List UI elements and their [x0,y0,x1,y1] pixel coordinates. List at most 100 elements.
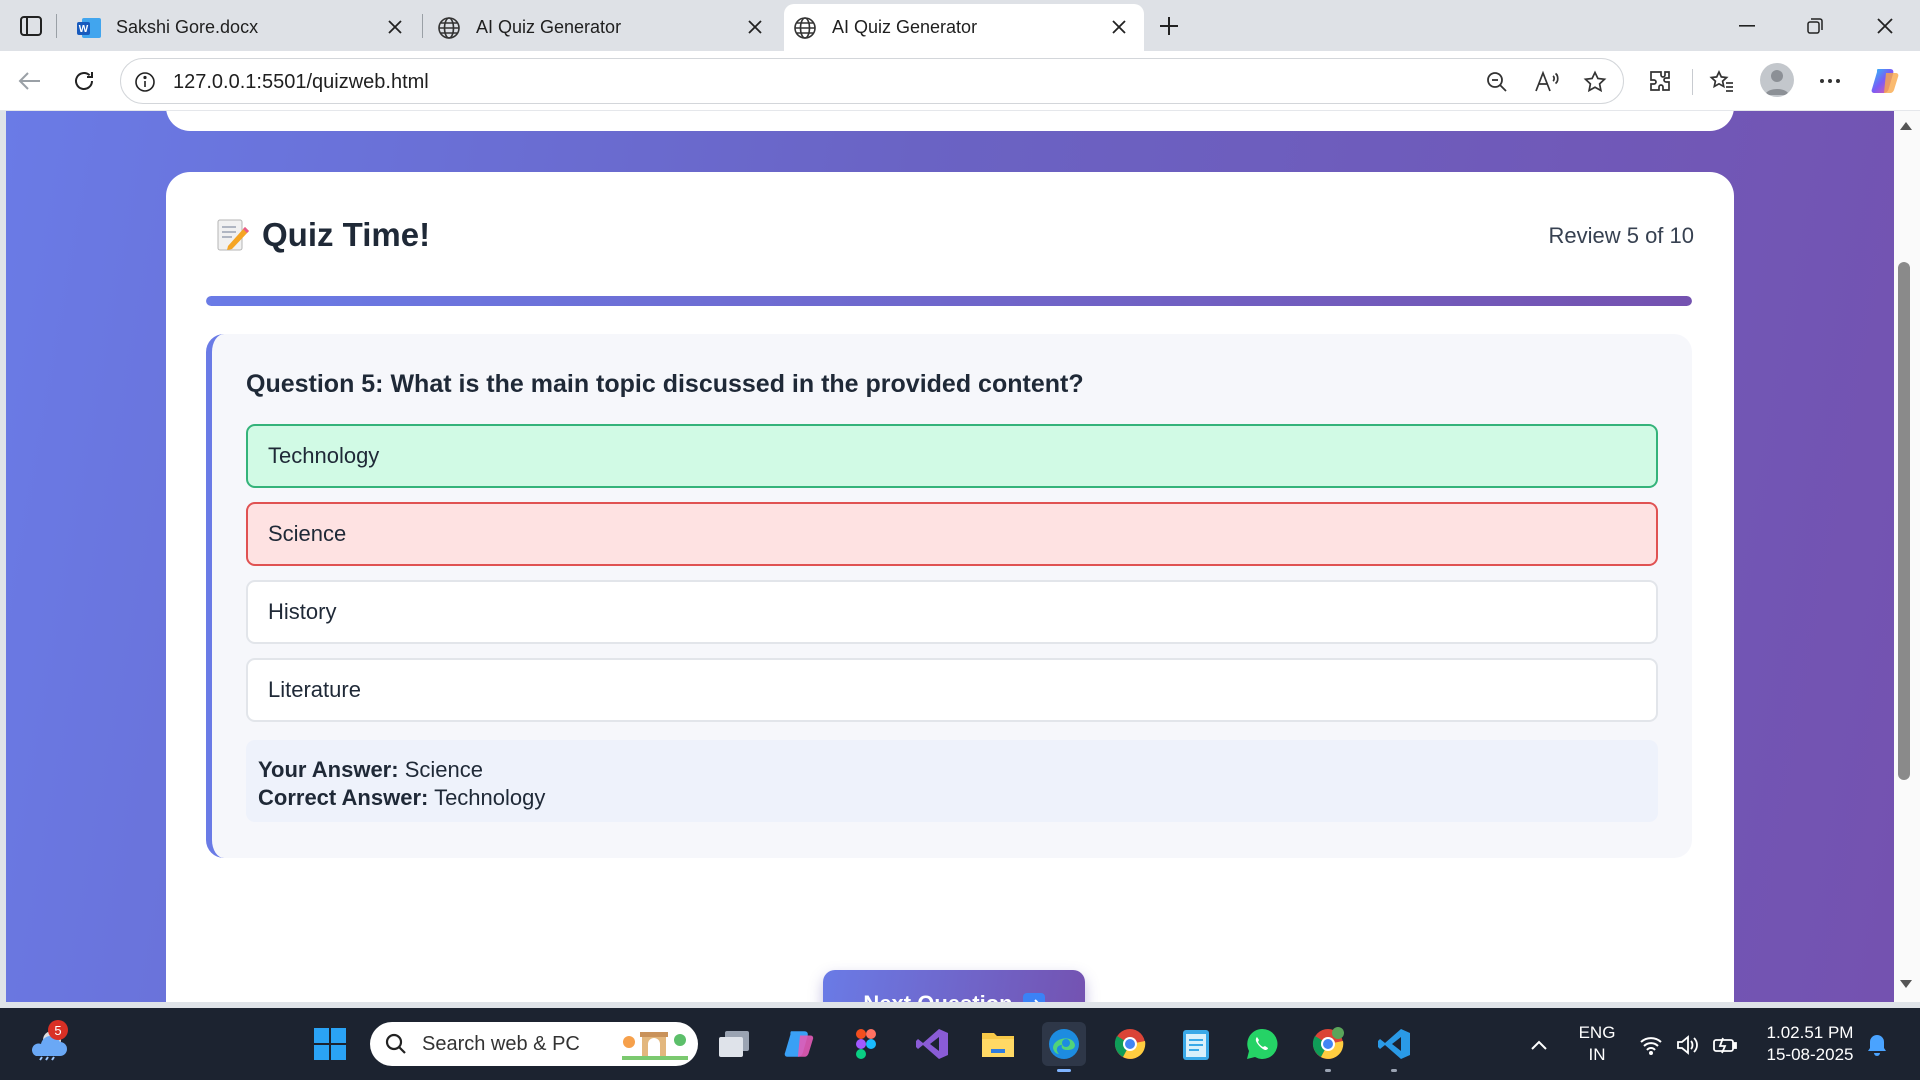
site-info-icon[interactable] [133,70,157,94]
toolbar-separator [1692,69,1693,95]
word-icon: W [76,15,102,41]
your-answer-label: Your Answer: [258,757,399,782]
clock[interactable]: 1.02.51 PM 15-08-2025 [1752,1022,1868,1066]
whatsapp-icon[interactable] [1240,1022,1284,1066]
minimize-icon[interactable] [1724,8,1770,44]
volume-icon[interactable] [1674,1032,1700,1058]
profile-avatar[interactable] [1760,63,1794,97]
active-indicator [1057,1069,1071,1072]
review-counter: Review 5 of 10 [1548,223,1694,248]
quiz-title: Quiz Time! [262,216,431,253]
correct-answer-row: Correct Answer: Technology [258,784,1646,812]
read-aloud-icon[interactable] [1533,68,1561,96]
option-history[interactable]: History [246,580,1658,644]
region-code: IN [1588,1045,1606,1064]
close-icon[interactable] [744,16,766,38]
chrome-profile-icon[interactable] [1306,1022,1350,1072]
option-label: Science [268,521,347,546]
answer-feedback: Your Answer: Science Correct Answer: Tec… [246,740,1658,822]
running-indicator [1391,1069,1397,1072]
india-gate-art-icon [622,1032,688,1060]
notification-badge: 5 [48,1020,68,1040]
quiz-header: Quiz Time! [214,216,430,254]
tab-actions-icon[interactable] [14,11,48,41]
favorites-icon[interactable] [1704,63,1740,99]
svg-text:W: W [79,24,89,35]
edge-icon[interactable] [1042,1022,1086,1072]
option-label: Technology [268,443,380,468]
zoom-out-icon[interactable] [1483,68,1511,96]
windows-start-icon[interactable] [308,1022,352,1066]
tab-quiz-generator-active[interactable]: AI Quiz Generator [784,4,1144,51]
your-answer-value: Science [404,757,483,782]
file-manager-icon[interactable] [712,1022,756,1066]
url-text[interactable]: 127.0.0.1:5501/quizweb.html [173,71,429,94]
correct-answer-label: Correct Answer: [258,785,429,810]
tab-separator [56,14,57,38]
file-explorer-icon[interactable] [976,1022,1020,1066]
your-answer-row: Your Answer: Science [258,756,1646,784]
page-viewport: Quiz Time! Review 5 of 10 Question 5: Wh… [6,111,1894,1002]
globe-icon [792,15,818,41]
right-arrow-icon [1022,993,1045,1002]
question-text: Question 5: What is the main topic discu… [246,370,1084,398]
scroll-up-arrow-icon[interactable] [1895,118,1917,134]
browser-tab-strip: W Sakshi Gore.docx AI Quiz Generator AI … [0,0,1920,51]
previous-section-card [166,111,1734,131]
memo-icon [217,219,249,251]
vscode-icon[interactable] [1372,1022,1416,1072]
option-literature[interactable]: Literature [246,658,1658,722]
restore-icon[interactable] [1792,8,1838,44]
close-icon[interactable] [384,16,406,38]
notification-bell-icon[interactable] [1864,1032,1890,1058]
taskbar-search-box[interactable]: Search web & PC [370,1022,698,1066]
address-bar[interactable]: 127.0.0.1:5501/quizweb.html [120,58,1624,104]
visual-studio-icon[interactable] [910,1022,954,1066]
windows-taskbar: 5 Search web & PC ENG IN 1.02.51 PM 15-0… [0,1008,1920,1080]
progress-fill [206,296,1692,306]
chrome-icon[interactable] [1108,1022,1152,1066]
copilot-app-icon[interactable] [778,1022,822,1066]
refresh-icon[interactable] [66,63,102,99]
extensions-icon[interactable] [1642,63,1678,99]
clock-date: 15-08-2025 [1766,1045,1854,1064]
browser-toolbar: 127.0.0.1:5501/quizweb.html [0,51,1920,111]
back-arrow-icon[interactable] [12,63,48,99]
tab-separator [422,14,423,38]
figma-icon[interactable] [844,1022,888,1066]
scroll-down-arrow-icon[interactable] [1895,976,1917,992]
language-indicator[interactable]: ENG IN [1572,1022,1622,1066]
battery-icon[interactable] [1712,1032,1738,1058]
option-technology[interactable]: Technology [246,424,1658,488]
globe-icon [436,15,462,41]
notepad-icon[interactable] [1174,1022,1218,1066]
scrollbar-thumb[interactable] [1898,262,1910,780]
next-question-button[interactable]: Next Question [823,970,1085,1002]
wifi-icon[interactable] [1638,1032,1664,1058]
tab-label: AI Quiz Generator [832,17,978,37]
question-container: Question 5: What is the main topic discu… [206,334,1692,858]
language-code: ENG [1578,1023,1616,1042]
close-icon[interactable] [1108,16,1130,38]
quiz-card: Quiz Time! Review 5 of 10 Question 5: Wh… [166,172,1734,1002]
correct-answer-value: Technology [434,785,546,810]
more-options-icon[interactable] [1812,63,1848,99]
clock-time: 1.02.51 PM [1766,1023,1854,1042]
next-question-label: Next Question [863,991,1012,1002]
tab-label: AI Quiz Generator [476,17,622,37]
favorite-star-icon[interactable] [1581,68,1609,96]
option-science[interactable]: Science [246,502,1658,566]
option-label: History [268,599,337,624]
new-tab-plus-icon[interactable] [1152,9,1186,43]
search-icon [385,1033,406,1054]
progress-bar [206,296,1692,306]
copilot-icon[interactable] [1868,63,1904,99]
close-window-icon[interactable] [1862,8,1908,44]
chevron-up-icon[interactable] [1526,1032,1552,1058]
tab-quiz-generator[interactable]: AI Quiz Generator [424,4,780,51]
running-indicator [1325,1069,1331,1072]
search-placeholder: Search web & PC [422,1032,580,1055]
option-label: Literature [268,677,361,702]
tab-label: Sakshi Gore.docx [116,17,259,37]
tab-word-document[interactable]: W Sakshi Gore.docx [66,4,420,51]
